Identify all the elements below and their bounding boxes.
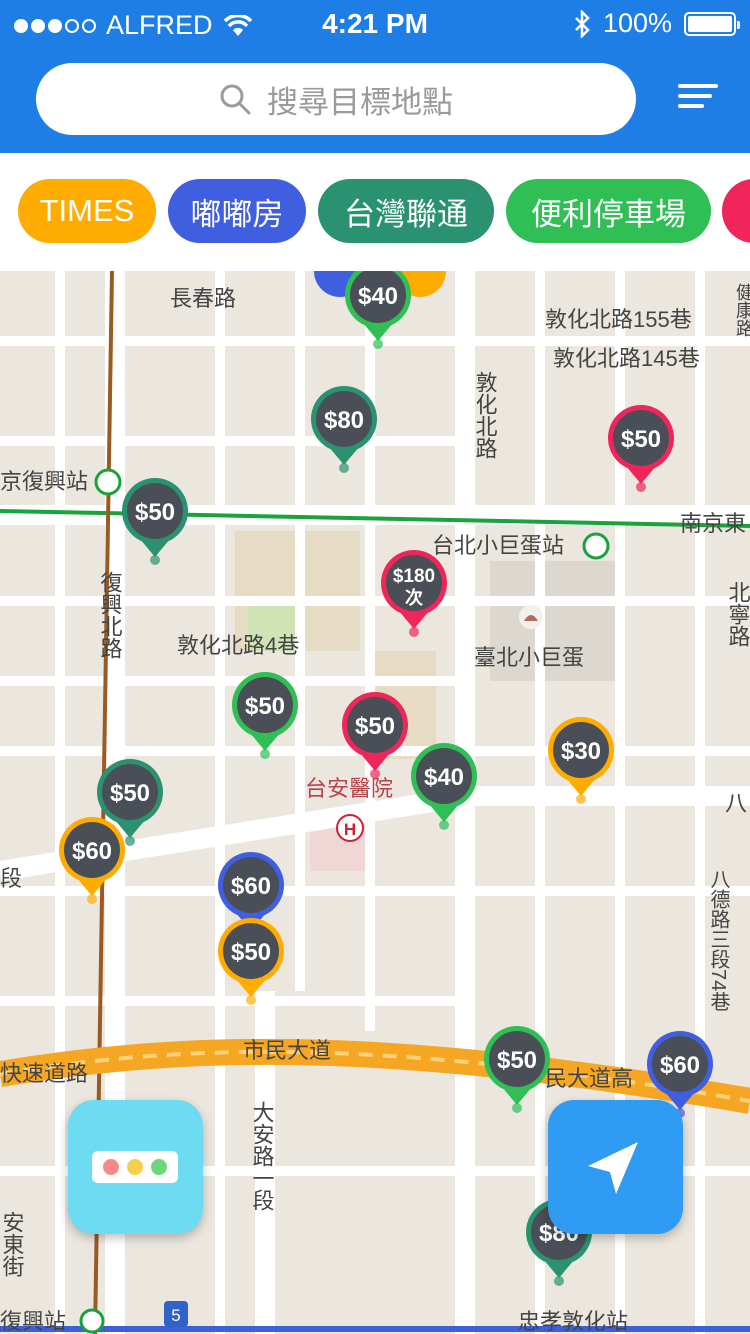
mrt-station-icon (79, 1308, 105, 1334)
mrt-station-icon (94, 468, 122, 496)
marker-price: $60 (660, 1052, 700, 1079)
legend-button[interactable] (68, 1100, 203, 1234)
marker-anchor (87, 894, 97, 904)
map-label: 八德路三段74巷 (707, 869, 730, 1011)
marker-price: $60 (231, 873, 271, 900)
filter-chip-bar: TIMES 嘟嘟房 台灣聯通 便利停車場 (0, 153, 750, 271)
sort-menu-icon[interactable] (678, 84, 718, 116)
map-label: 臺北小巨蛋 (474, 645, 584, 670)
marker-price: $30 (561, 738, 601, 765)
map-label: 北寧路 (726, 581, 750, 647)
map-label: 健康路 (734, 283, 750, 337)
marker-anchor (512, 1103, 522, 1113)
marker-anchor (125, 836, 135, 846)
map-label: 台安醫院 (305, 776, 393, 801)
map-label: 快速道路 (0, 1061, 88, 1086)
marker-price: $50 (245, 693, 285, 720)
map-label: 復興北路 (98, 571, 123, 659)
map-label: 長春路 (170, 286, 236, 311)
marker-anchor (260, 749, 270, 759)
filter-chip-dudu[interactable]: 嘟嘟房 (168, 179, 306, 243)
hospital-mark: H (344, 820, 356, 839)
marker-anchor (409, 627, 419, 637)
map-label: 敦化北路4巷 (177, 633, 299, 658)
search-icon (220, 84, 251, 115)
marker-price: $40 (424, 764, 464, 791)
filter-chip-times[interactable]: TIMES (18, 179, 156, 243)
parking-marker[interactable]: $50 (122, 478, 188, 565)
parking-marker[interactable]: $50 (342, 692, 408, 779)
navigation-arrow-icon (588, 1142, 638, 1194)
status-right: 100% (573, 8, 740, 39)
search-input[interactable]: 搜尋目標地點 (36, 63, 636, 135)
marker-anchor (554, 1276, 564, 1286)
map-label: 忠孝敦化站 (518, 1309, 628, 1334)
map-label: 民大道高 (545, 1066, 633, 1091)
marker-anchor (246, 995, 256, 1005)
marker-unit: 次 (405, 587, 423, 608)
marker-anchor (373, 339, 383, 349)
marker-price: $40 (358, 283, 398, 310)
parking-marker[interactable]: $180次 (381, 550, 447, 637)
search-placeholder: 搜尋目標地點 (267, 84, 453, 120)
mrt-station-icon (582, 532, 610, 560)
map-label: 市民大道 (243, 1038, 331, 1063)
map-label: 敦化北路 (473, 371, 498, 459)
marker-anchor (339, 463, 349, 473)
marker-price: $60 (72, 838, 112, 865)
marker-price: $50 (231, 939, 271, 966)
legend-dots-icon (92, 1151, 178, 1183)
battery-percent: 100% (602, 8, 672, 38)
map-label: 南京東 (680, 511, 746, 536)
route-number: 5 (171, 1306, 180, 1325)
map-label: 安東街 (0, 1211, 25, 1277)
status-bar: ALFRED 4:21 PM 100% (0, 0, 750, 48)
locate-me-button[interactable] (548, 1100, 683, 1234)
parking-marker[interactable]: $50 (232, 672, 298, 759)
marker-price: $50 (621, 426, 661, 453)
map-label: 八 (725, 791, 747, 816)
filter-chip-convenient[interactable]: 便利停車場 (506, 179, 711, 243)
marker-price: $50 (135, 499, 175, 526)
map-label: 段 (0, 866, 22, 891)
marker-price: $50 (497, 1047, 537, 1074)
bluetooth-icon (575, 9, 590, 38)
marker-anchor (576, 794, 586, 804)
marker-price: $50 (110, 780, 150, 807)
map-label: 復興站 (0, 1309, 66, 1334)
marker-price: $180 (393, 566, 435, 587)
app-header: ALFRED 4:21 PM 100% 搜尋目標地點 (0, 0, 750, 153)
filter-chip-more[interactable] (722, 179, 750, 243)
battery-icon (684, 11, 740, 36)
marker-price: $80 (324, 407, 364, 434)
map-label: 敦化北路145巷 (553, 346, 700, 371)
marker-anchor (150, 555, 160, 565)
map-label: 京復興站 (0, 469, 88, 494)
marker-anchor (439, 820, 449, 830)
marker-anchor (370, 769, 380, 779)
map-label: 敦化北路155巷 (545, 307, 692, 332)
filter-chip-lian-tong[interactable]: 台灣聯通 (318, 179, 494, 243)
marker-anchor (636, 482, 646, 492)
map-label: 台北小巨蛋站 (432, 533, 564, 558)
map-label: 大安路一段 (250, 1101, 275, 1211)
marker-price: $50 (355, 713, 395, 740)
